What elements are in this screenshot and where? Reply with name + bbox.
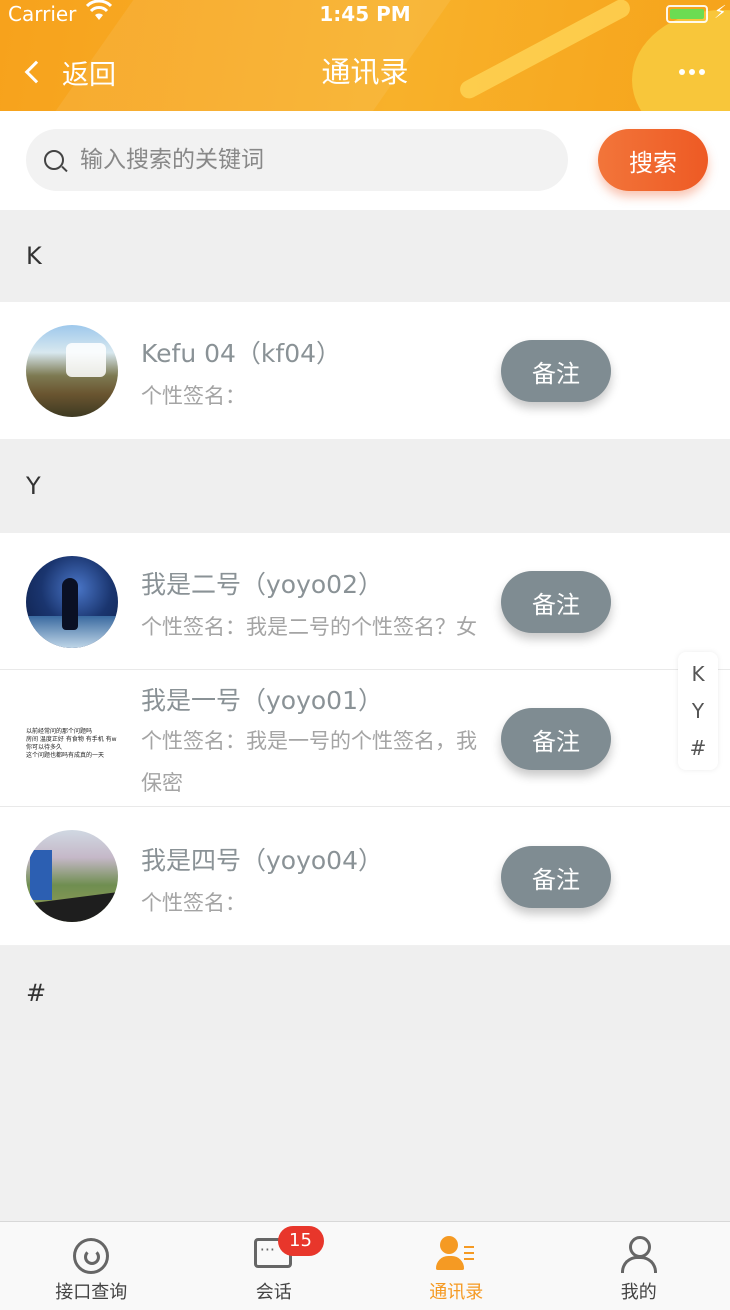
index-bar: K Y # [678, 652, 718, 770]
page-title: 通讯录 [321, 55, 409, 89]
contact-row[interactable]: Kefu 04（kf04） 个性签名： 备注 [0, 302, 730, 439]
contact-signature: 个性签名：我是二号的个性签名？女 [141, 615, 477, 639]
contact-signature: 个性签名：我是一号的个性签名，我 保密 [141, 720, 531, 804]
charging-icon: ⚡ [714, 2, 727, 23]
more-dot-icon [699, 69, 705, 75]
avatar [26, 325, 118, 417]
contacts-icon [436, 1236, 476, 1274]
profile-icon [619, 1236, 659, 1274]
index-letter-y[interactable]: Y [692, 699, 704, 723]
note-button[interactable]: 备注 [501, 708, 611, 770]
avatar [26, 556, 118, 648]
index-letter-hash[interactable]: # [690, 736, 707, 760]
more-button[interactable] [670, 60, 714, 84]
nav-header: Carrier 1:45 PM ⚡ 返回 通讯录 [0, 0, 730, 111]
search-input[interactable] [80, 147, 520, 173]
contact-signature: 个性签名： [141, 891, 246, 915]
search-field[interactable] [26, 129, 568, 191]
avatar: 以前经常问的那个问题吗 房间 温度正好 有食物 有手机 有w 你可以待多久 这个… [26, 694, 118, 786]
contact-row[interactable]: 以前经常问的那个问题吗 房间 温度正好 有食物 有手机 有w 你可以待多久 这个… [0, 670, 730, 807]
tab-query[interactable]: 接口查询 [0, 1222, 183, 1310]
tab-label: 接口查询 [55, 1282, 128, 1303]
contact-name: Kefu 04（kf04） [141, 339, 342, 368]
contact-row[interactable]: 我是二号（yoyo02） 个性签名：我是二号的个性签名？女 备注 [0, 533, 730, 670]
query-icon [71, 1236, 111, 1274]
status-bar: Carrier 1:45 PM ⚡ [0, 0, 730, 30]
search-button[interactable]: 搜索 [598, 129, 708, 191]
note-button[interactable]: 备注 [501, 571, 611, 633]
tab-contacts[interactable]: 通讯录 [365, 1222, 548, 1310]
contact-name: 我是四号（yoyo04） [141, 846, 383, 875]
tab-label: 我的 [620, 1282, 657, 1303]
note-button[interactable]: 备注 [501, 340, 611, 402]
contact-name: 我是二号（yoyo02） [141, 570, 383, 599]
note-button[interactable]: 备注 [501, 846, 611, 908]
avatar [26, 830, 118, 922]
search-icon [44, 150, 64, 170]
signature-line: 个性签名：我是一号的个性签名，我 [141, 729, 477, 753]
search-bar: 搜索 [0, 111, 730, 210]
section-header-y: Y [0, 439, 730, 533]
tab-label: 通讯录 [429, 1282, 484, 1303]
index-letter-k[interactable]: K [691, 662, 704, 686]
signature-line: 保密 [141, 771, 183, 795]
contact-name: 我是一号（yoyo01） [141, 686, 383, 715]
battery-icon [666, 5, 708, 23]
clock: 1:45 PM [319, 2, 411, 26]
section-header-hash: # [0, 946, 730, 1040]
more-dot-icon [679, 69, 685, 75]
tab-label: 会话 [255, 1282, 292, 1303]
tab-chat[interactable]: 会话 15 [183, 1222, 366, 1310]
contact-row[interactable]: 我是四号（yoyo04） 个性签名： 备注 [0, 807, 730, 945]
unread-badge: 15 [277, 1226, 324, 1256]
more-dot-icon [689, 69, 695, 75]
tab-bar: 接口查询 会话 15 通讯录 我的 [0, 1221, 730, 1310]
section-header-k: K [0, 210, 730, 302]
contact-signature: 个性签名： [141, 384, 246, 408]
tab-profile[interactable]: 我的 [548, 1222, 730, 1310]
